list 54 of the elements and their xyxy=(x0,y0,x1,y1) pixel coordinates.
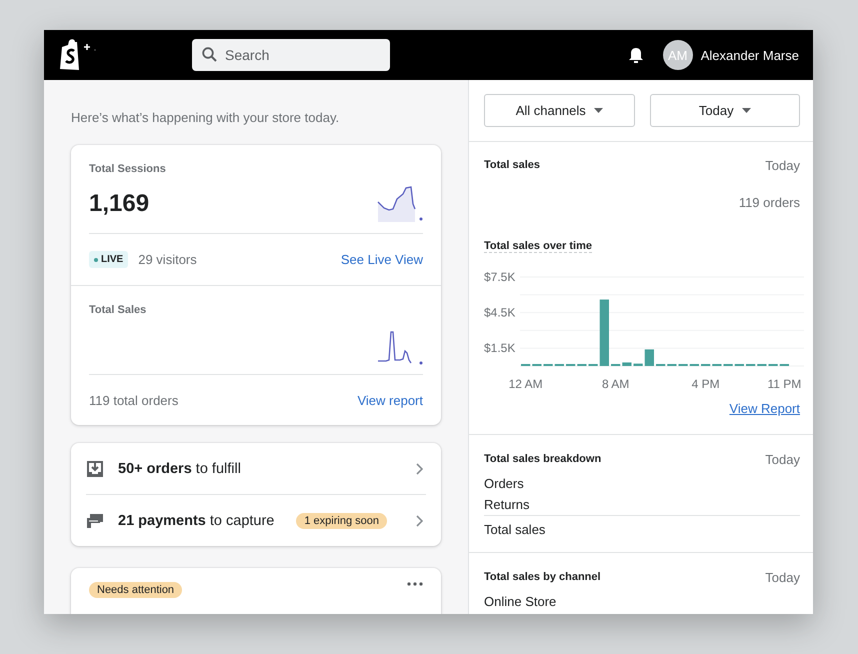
card-title: Total Sales xyxy=(89,304,148,316)
axis-label: $7.5K xyxy=(484,270,516,284)
visitors-count: 29 visitors xyxy=(138,252,197,267)
task-text: 50+ orders to fulfill xyxy=(118,460,241,476)
axis-label: 12 AM xyxy=(508,377,543,391)
filter-dropdown[interactable]: Today xyxy=(650,94,800,127)
sparkline xyxy=(377,330,423,366)
section-title: Total sales by channel xyxy=(484,571,601,583)
section-title: Total sales xyxy=(484,159,540,171)
orders-count: 119 total orders xyxy=(89,392,178,408)
bar xyxy=(600,300,609,366)
caret-icon xyxy=(742,108,751,113)
chevron-right-icon xyxy=(416,462,423,474)
bell-icon[interactable] xyxy=(628,46,643,64)
period-label: Today xyxy=(765,570,800,584)
orders-count: 119 orders xyxy=(738,195,800,210)
view-report-link[interactable]: View report xyxy=(357,392,423,408)
breakdown-row-text: Orders xyxy=(484,475,525,493)
axis-label: $4.5K xyxy=(484,306,516,320)
section-title: Total sales breakdown xyxy=(484,453,602,465)
user-name: Alexander Marse xyxy=(700,48,799,62)
chevron-right-icon xyxy=(416,514,423,526)
sessions-value: 1,169 xyxy=(89,190,150,218)
period-label: Today xyxy=(765,452,800,466)
more-icon[interactable] xyxy=(407,582,423,586)
axis-label: 11 PM xyxy=(767,377,802,391)
live-badge: LIVE xyxy=(89,251,128,268)
task-text: 21 payments to capture xyxy=(118,512,274,528)
task-row[interactable]: 50+ orders to fulfill xyxy=(71,443,441,494)
download-tray-icon xyxy=(86,460,104,478)
caret-icon xyxy=(594,108,603,113)
breakdown-total: Total sales xyxy=(484,521,546,539)
card-stack-icon xyxy=(86,512,104,528)
status-badge: 1 expiring soon xyxy=(296,512,387,528)
axis-label: $1.5K xyxy=(484,341,516,356)
status-badge: Needs attention xyxy=(89,582,182,598)
see-live-view-link[interactable]: See Live View xyxy=(340,252,423,267)
filter-dropdown[interactable]: All channels xyxy=(484,94,634,127)
search-icon xyxy=(202,47,217,62)
period-label: Today xyxy=(765,158,800,172)
breakdown-row-text: Returns xyxy=(484,496,531,514)
sparkline xyxy=(377,186,423,222)
channel-row-text: Online Store xyxy=(484,593,558,611)
greeting-text: Here’s what’s happening with your store today. xyxy=(71,110,340,125)
axis-label: 8 AM xyxy=(602,377,630,391)
bar xyxy=(634,364,643,366)
search-field[interactable]: Search xyxy=(192,39,390,71)
axis-label: 4 PM xyxy=(692,377,720,391)
bar xyxy=(622,362,632,366)
chart-title: Total sales over time xyxy=(484,240,592,253)
task-row[interactable]: 21 payments to capture 1 expiring soon xyxy=(71,495,441,546)
bar xyxy=(644,349,654,366)
card-title: Total Sessions xyxy=(89,163,167,175)
view-report-link[interactable]: View Report xyxy=(729,400,800,416)
